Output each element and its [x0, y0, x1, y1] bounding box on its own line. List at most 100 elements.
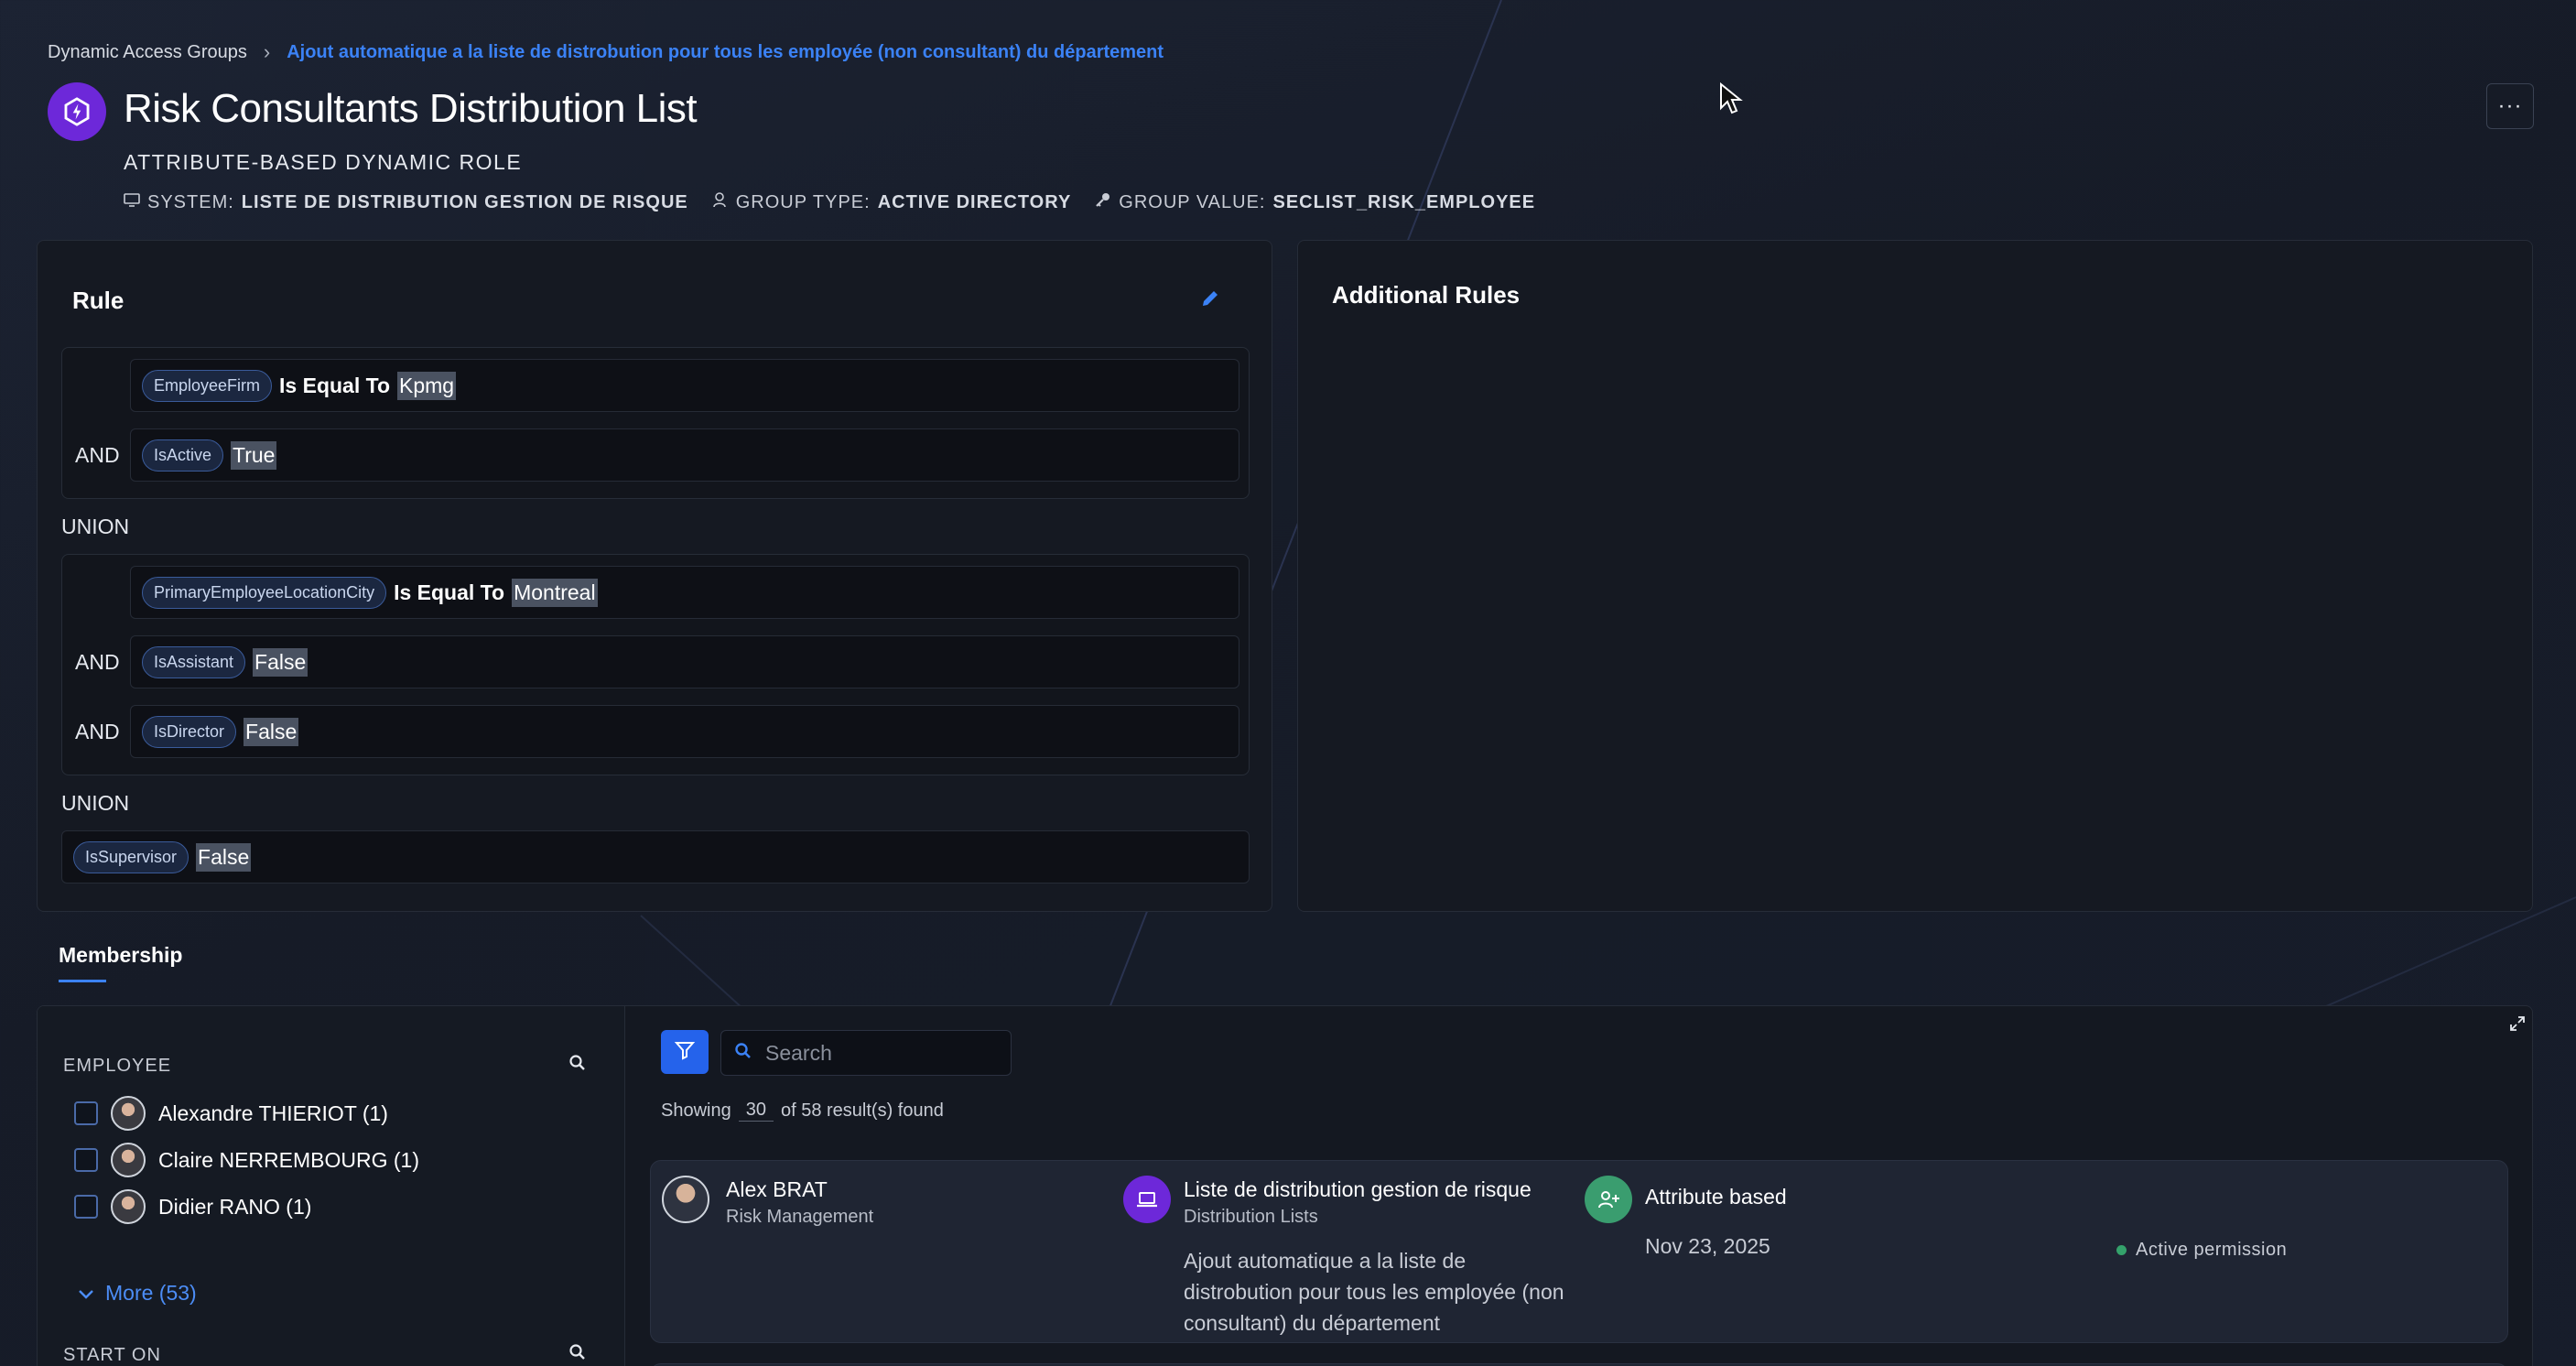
chevron-right-icon: ›	[263, 40, 271, 63]
search-icon[interactable]	[568, 1343, 587, 1366]
condition-value: False	[196, 842, 252, 872]
rule-condition[interactable]: IsDirector False	[130, 705, 1239, 758]
attribute-chip: IsDirector	[142, 715, 237, 748]
facet-sidebar: EMPLOYEE Alexandre THIERIOT (1) Claire N…	[38, 1006, 625, 1366]
attribute-chip: PrimaryEmployeeLocationCity	[142, 576, 387, 609]
avatar	[111, 1143, 146, 1177]
attribute-chip: IsActive	[142, 439, 224, 472]
tab-active-indicator	[59, 980, 106, 982]
avatar	[111, 1189, 146, 1224]
showing-suffix: of 58 result(s) found	[780, 1100, 944, 1121]
status-label: Active permission	[2136, 1240, 2288, 1260]
user-group-icon	[712, 191, 729, 213]
meta-group-type-label: GROUP TYPE:	[735, 191, 871, 212]
system-type: Distribution Lists	[1184, 1207, 1318, 1227]
search-icon	[734, 1041, 752, 1066]
facet-employee-item[interactable]: Didier RANO (1)	[74, 1189, 311, 1224]
checkbox[interactable]	[74, 1101, 98, 1125]
cursor-icon	[1719, 81, 1743, 120]
checkbox[interactable]	[74, 1148, 98, 1172]
rule-condition[interactable]: IsActive True	[130, 428, 1239, 482]
facet-employee-item[interactable]: Claire NERREMBOURG (1)	[74, 1143, 419, 1177]
condition-value: Montreal	[512, 578, 598, 607]
tab-membership[interactable]: Membership	[59, 943, 182, 968]
assignment-type: Attribute based	[1645, 1185, 1787, 1209]
expand-icon[interactable]	[2509, 1015, 2526, 1036]
dynamic-group-icon	[48, 82, 106, 141]
system-name[interactable]: Liste de distribution gestion de risque	[1184, 1177, 1532, 1202]
additional-rules-title: Additional Rules	[1332, 281, 1521, 309]
result-card[interactable]: Alex BRAT Risk Management Liste de distr…	[650, 1160, 2508, 1343]
attribute-chip: IsAssistant	[142, 645, 246, 678]
search-icon[interactable]	[568, 1054, 587, 1077]
condition-value: False	[244, 717, 299, 746]
user-plus-icon	[1585, 1176, 1632, 1223]
breadcrumb-root-link[interactable]: Dynamic Access Groups	[48, 42, 247, 63]
laptop-icon	[1123, 1176, 1171, 1223]
rule-panel: Rule EmployeeFirm Is Equal To Kpmg AND I…	[37, 240, 1272, 912]
pencil-icon[interactable]	[1200, 288, 1220, 313]
chevron-down-icon	[78, 1281, 94, 1306]
rule-group-2: PrimaryEmployeeLocationCity Is Equal To …	[61, 554, 1250, 775]
status-dot	[2116, 1245, 2127, 1255]
rule-condition[interactable]: IsAssistant False	[130, 635, 1239, 688]
facet-employee-title: EMPLOYEE	[63, 1056, 172, 1076]
results-count: Showing 30 of 58 result(s) found	[661, 1100, 944, 1122]
and-label: AND	[75, 443, 120, 467]
operator-keyword: Is Equal To	[279, 373, 391, 397]
rule-title: Rule	[72, 287, 124, 314]
operator-keyword: Is Equal To	[394, 580, 505, 604]
facet-start-on-title: START ON	[63, 1345, 161, 1365]
search-input[interactable]: Search	[720, 1030, 1012, 1076]
status-badge: Active permission	[2116, 1240, 2287, 1261]
attribute-chip: IsSupervisor	[73, 840, 189, 873]
avatar	[662, 1176, 709, 1223]
additional-rules-panel: Additional Rules	[1297, 240, 2533, 912]
condition-value: Kpmg	[397, 371, 457, 400]
meta-system-value: LISTE DE DISTRIBUTION GESTION DE RISQUE	[241, 191, 688, 212]
meta-system: SYSTEM: LISTE DE DISTRIBUTION GESTION DE…	[124, 191, 688, 213]
system-description: Ajout automatique a la liste de distrobu…	[1184, 1249, 1564, 1335]
rule-group-1: EmployeeFirm Is Equal To Kpmg AND IsActi…	[61, 347, 1250, 499]
ellipsis-icon: ···	[2497, 93, 2523, 118]
condition-value: False	[253, 647, 308, 677]
group-meta: SYSTEM: LISTE DE DISTRIBUTION GESTION DE…	[124, 191, 1535, 213]
rule-condition[interactable]: EmployeeFirm Is Equal To Kpmg	[130, 359, 1239, 412]
breadcrumb-current[interactable]: Ajout automatique a la liste de distrobu…	[287, 42, 1164, 63]
showing-prefix: Showing	[661, 1100, 731, 1121]
breadcrumb: Dynamic Access Groups › Ajout automatiqu…	[48, 40, 1164, 64]
rule-condition[interactable]: IsSupervisor False	[61, 830, 1250, 884]
page-size-select[interactable]: 30	[738, 1100, 774, 1122]
meta-group-type-value: ACTIVE DIRECTORY	[877, 191, 1072, 212]
membership-panel: EMPLOYEE Alexandre THIERIOT (1) Claire N…	[37, 1005, 2533, 1366]
meta-group-value-label: GROUP VALUE:	[1119, 191, 1266, 212]
monitor-icon	[124, 192, 140, 213]
meta-group-type: GROUP TYPE: ACTIVE DIRECTORY	[712, 191, 1072, 213]
member-department: Risk Management	[726, 1207, 874, 1227]
page-title: Risk Consultants Distribution List	[124, 86, 698, 131]
union-label: UNION	[61, 791, 130, 815]
more-options-button[interactable]: ···	[2486, 83, 2534, 129]
meta-system-label: SYSTEM:	[147, 191, 234, 212]
meta-group-value-value: SECLIST_RISK_EMPLOYEE	[1272, 191, 1536, 212]
union-label: UNION	[61, 515, 130, 538]
rule-condition[interactable]: PrimaryEmployeeLocationCity Is Equal To …	[130, 566, 1239, 619]
and-label: AND	[75, 650, 120, 674]
facet-employee-item[interactable]: Alexandre THIERIOT (1)	[74, 1096, 388, 1131]
checkbox[interactable]	[74, 1195, 98, 1219]
key-icon	[1095, 191, 1111, 213]
more-employees-label: More (53)	[105, 1281, 197, 1305]
search-placeholder: Search	[765, 1040, 832, 1065]
and-label: AND	[75, 720, 120, 743]
facet-employee-name: Alexandre THIERIOT (1)	[158, 1100, 388, 1125]
assignment-date: Nov 23, 2025	[1645, 1234, 1770, 1258]
meta-group-value: GROUP VALUE: SECLIST_RISK_EMPLOYEE	[1095, 191, 1535, 213]
attribute-chip: EmployeeFirm	[142, 369, 273, 402]
facet-employee-name: Claire NERREMBOURG (1)	[158, 1147, 419, 1172]
condition-value: True	[231, 440, 277, 470]
member-name[interactable]: Alex BRAT	[726, 1177, 828, 1202]
page-subtitle: ATTRIBUTE-BASED DYNAMIC ROLE	[124, 150, 523, 174]
filter-button[interactable]	[661, 1030, 709, 1074]
more-employees-link[interactable]: More (53)	[78, 1281, 197, 1306]
avatar	[111, 1096, 146, 1131]
